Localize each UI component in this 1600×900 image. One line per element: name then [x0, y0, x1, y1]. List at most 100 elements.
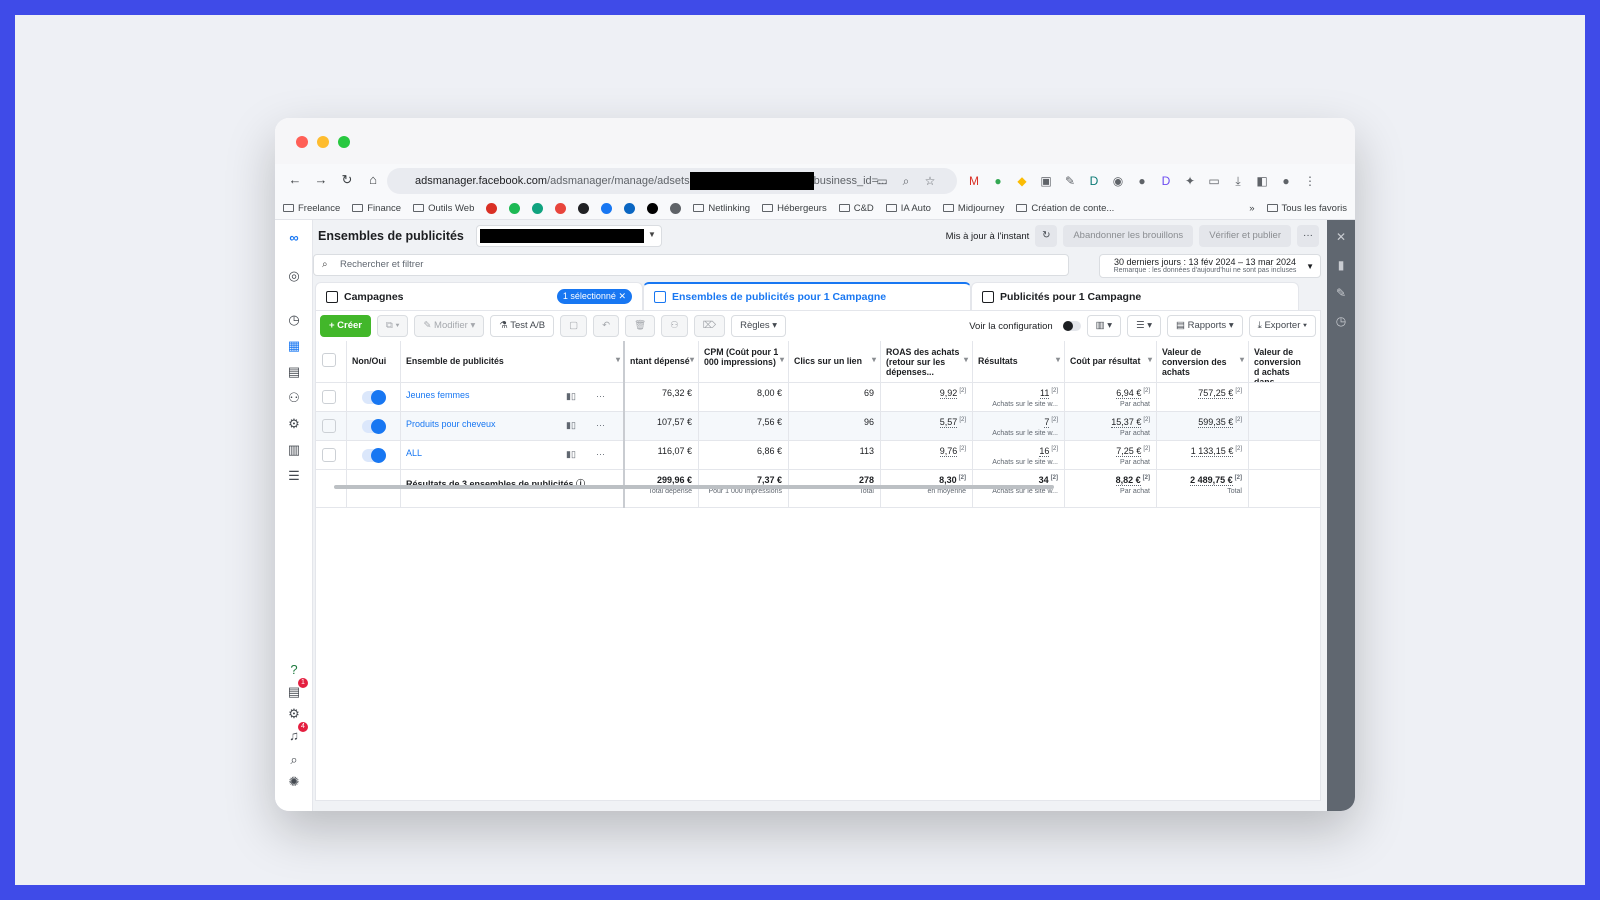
- purple-d-extension-icon[interactable]: D: [1157, 168, 1175, 194]
- tab-adsets[interactable]: Ensembles de publicités pour 1 Campagne: [643, 282, 971, 310]
- bookmark-item[interactable]: [486, 202, 498, 214]
- bookmark-item[interactable]: [601, 202, 613, 214]
- review-publish-button[interactable]: Vérifier et publier: [1199, 225, 1291, 247]
- create-button[interactable]: + Créer: [320, 315, 372, 337]
- table-row[interactable]: ALL ▮▯ ··· 116,07 €6,86 €113 9,76 [2] 16 [2] Ach…: [316, 441, 1320, 470]
- edit-panel-icon[interactable]: ✎: [1327, 286, 1355, 304]
- back-icon[interactable]: ←: [285, 168, 305, 192]
- adset-status-toggle[interactable]: [362, 419, 386, 434]
- screen-extension-icon[interactable]: ▣: [1037, 168, 1055, 194]
- adset-name-link[interactable]: Produits pour cheveux: [406, 419, 496, 429]
- help-icon[interactable]: ?: [284, 660, 304, 680]
- sort-chevron-icon[interactable]: ▾: [690, 355, 694, 365]
- row-checkbox[interactable]: [322, 448, 336, 462]
- rules-button[interactable]: Règles ▾: [731, 315, 787, 337]
- bookmark-item[interactable]: Création de conte...: [1016, 203, 1114, 214]
- duplicate-button[interactable]: ⧉ ▾: [377, 315, 409, 337]
- delete-draft-button[interactable]: ▢: [560, 315, 588, 337]
- profile-avatar-icon[interactable]: ●: [1277, 168, 1295, 194]
- tab-campaigns[interactable]: Campagnes 1 sélectionné ✕: [315, 282, 643, 310]
- all-bookmarks-folder[interactable]: Tous les favoris: [1266, 203, 1347, 214]
- date-range-picker[interactable]: 30 derniers jours : 13 fév 2024 – 13 mar…: [1099, 254, 1321, 278]
- pen-extension-icon[interactable]: ✎: [1061, 168, 1079, 194]
- download-icon[interactable]: ⤓: [1229, 168, 1247, 194]
- adset-name-link[interactable]: ALL: [406, 448, 422, 458]
- search-nav-icon[interactable]: ⌕: [284, 750, 304, 770]
- bookmark-item[interactable]: [509, 202, 521, 214]
- row-more-icon[interactable]: ···: [596, 391, 605, 401]
- export-button[interactable]: ⤓ Exporter ▾: [1248, 315, 1316, 337]
- catalog-icon[interactable]: ▥: [284, 440, 304, 460]
- address-bar[interactable]: adsmanager.facebook.com/adsmanager/manag…: [387, 168, 957, 194]
- green-extension-icon[interactable]: ●: [989, 168, 1007, 194]
- bookmark-item[interactable]: [647, 202, 659, 214]
- tab-ads[interactable]: Publicités pour 1 Campagne: [971, 282, 1299, 310]
- view-chart-icon[interactable]: ▮▯: [566, 449, 576, 460]
- table-row[interactable]: Jeunes femmes ▮▯ ··· 76,32 €8,00 €69 9,92 [2]…: [316, 383, 1320, 412]
- bell-icon[interactable]: ♫ 4: [284, 722, 308, 746]
- tag-button[interactable]: ⌦: [693, 315, 726, 337]
- row-checkbox[interactable]: [322, 390, 336, 404]
- selection-chip[interactable]: 1 sélectionné ✕: [556, 289, 632, 304]
- speed-extension-icon[interactable]: ◉: [1109, 168, 1127, 194]
- account-selector[interactable]: ▼: [475, 225, 662, 247]
- select-all-checkbox[interactable]: [322, 353, 336, 367]
- bookmark-item[interactable]: [624, 202, 636, 214]
- bookmark-item[interactable]: [670, 202, 682, 214]
- adset-name-link[interactable]: Jeunes femmes: [406, 390, 470, 400]
- bookmark-item[interactable]: Hébergeurs: [762, 203, 827, 214]
- sort-chevron-icon[interactable]: ▾: [616, 355, 620, 365]
- adset-status-toggle[interactable]: [362, 448, 386, 463]
- bookmark-item[interactable]: Netlinking: [693, 203, 750, 214]
- more-options-button[interactable]: ···: [1297, 225, 1319, 247]
- events-icon[interactable]: ⚙: [284, 414, 304, 434]
- d-extension-icon[interactable]: D: [1085, 168, 1103, 194]
- horizontal-scrollbar[interactable]: [334, 485, 1054, 489]
- trash-button[interactable]: 🗑: [625, 315, 656, 337]
- sort-chevron-icon[interactable]: ▾: [1148, 355, 1152, 365]
- gmail-extension-icon[interactable]: M: [965, 168, 983, 194]
- sort-chevron-icon[interactable]: ▾: [872, 355, 876, 365]
- bookmark-star-icon[interactable]: ☆: [921, 168, 939, 194]
- reload-icon[interactable]: ↻: [337, 168, 357, 192]
- table-row[interactable]: Produits pour cheveux ▮▯ ··· 107,57 € 7,56 €…: [316, 412, 1320, 441]
- edit-button[interactable]: ✎ Modifier ▾: [414, 315, 485, 337]
- all-tools-icon[interactable]: ☰: [284, 466, 304, 486]
- row-more-icon[interactable]: ···: [596, 420, 605, 430]
- maximize-window-button[interactable]: [338, 136, 350, 148]
- browser-menu-icon[interactable]: ⋮: [1301, 168, 1319, 194]
- bookmark-item[interactable]: Outils Web: [413, 203, 474, 214]
- zoom-icon[interactable]: ⌕: [897, 168, 915, 194]
- bookmark-item[interactable]: Finance: [352, 203, 401, 214]
- more-bookmarks-icon[interactable]: »: [1249, 203, 1254, 214]
- sort-chevron-icon[interactable]: ▾: [1056, 355, 1060, 365]
- refresh-button[interactable]: ↻: [1035, 225, 1058, 247]
- account-avatar-icon[interactable]: ◎: [284, 266, 304, 286]
- minimize-window-button[interactable]: [317, 136, 329, 148]
- meta-logo-icon[interactable]: ∞: [284, 228, 304, 248]
- home-icon[interactable]: ⌂: [363, 168, 383, 192]
- discard-drafts-button[interactable]: Abandonner les brouillons: [1063, 225, 1194, 247]
- undo-button[interactable]: ↶: [593, 315, 620, 337]
- bookmark-item[interactable]: Midjourney: [942, 203, 1004, 214]
- close-panel-icon[interactable]: ✕: [1327, 230, 1355, 248]
- columns-button[interactable]: ▥ ▾: [1086, 315, 1122, 337]
- audience-button[interactable]: ⚇: [661, 315, 688, 337]
- history-panel-icon[interactable]: ◷: [1327, 314, 1355, 332]
- bookmark-item[interactable]: C&D: [838, 203, 874, 214]
- forward-icon[interactable]: →: [311, 168, 331, 192]
- reports-button[interactable]: ▤ Rapports ▾: [1167, 315, 1243, 337]
- bug-report-icon[interactable]: ✺: [284, 772, 304, 792]
- dashboard-icon[interactable]: ◷: [284, 310, 304, 330]
- sidepanel-icon[interactable]: ◧: [1253, 168, 1271, 194]
- puzzle-icon[interactable]: ✦: [1181, 168, 1199, 194]
- ab-test-button[interactable]: ⚗ Test A/B: [490, 315, 555, 337]
- clear-selection-icon[interactable]: ✕: [618, 291, 626, 301]
- bookmark-item[interactable]: [555, 202, 567, 214]
- cast-icon[interactable]: ▭: [1205, 168, 1223, 194]
- bookmark-item[interactable]: [532, 202, 544, 214]
- sort-chevron-icon[interactable]: ▾: [964, 355, 968, 365]
- view-config-toggle[interactable]: [1062, 321, 1081, 331]
- row-more-icon[interactable]: ···: [596, 449, 605, 459]
- color-extension-icon[interactable]: ◆: [1013, 168, 1031, 194]
